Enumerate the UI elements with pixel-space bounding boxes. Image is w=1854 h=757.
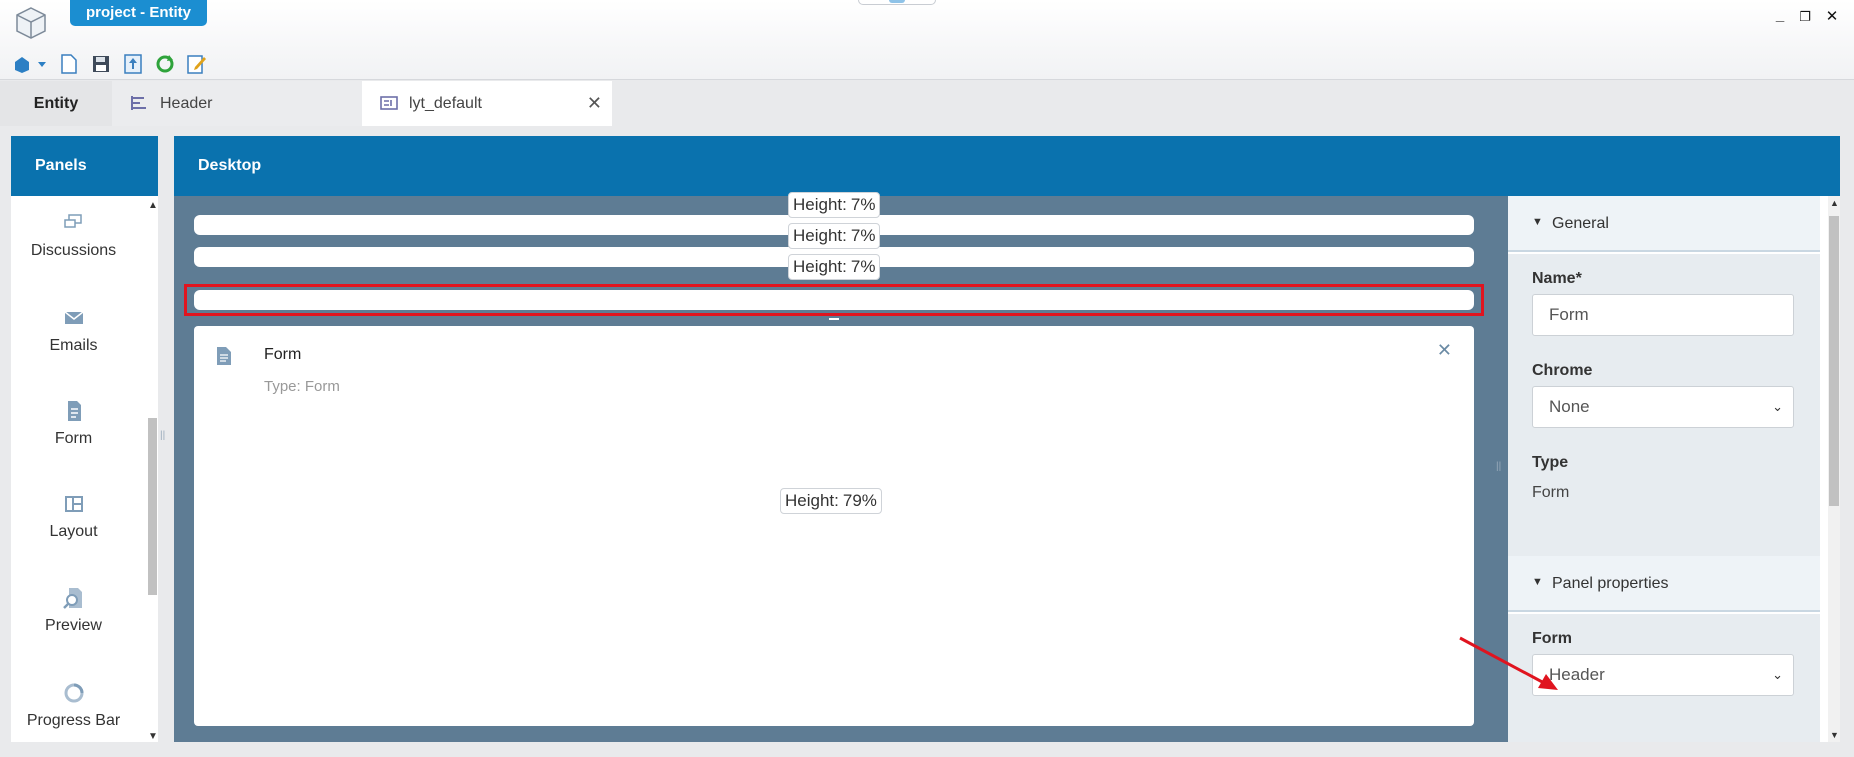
- chrome-label: Chrome: [1532, 362, 1593, 379]
- new-document-icon[interactable]: [58, 53, 80, 75]
- height-value: 7%: [850, 257, 876, 276]
- email-icon: [64, 311, 83, 324]
- edit-icon[interactable]: [186, 53, 208, 75]
- scrollbar-thumb[interactable]: [148, 418, 157, 595]
- form-panel-icon: [217, 347, 231, 365]
- type-label: Type: [1532, 454, 1569, 471]
- height-indicator: Height: 7%: [788, 254, 881, 280]
- desktop-title: Desktop: [174, 136, 1840, 196]
- restore-button[interactable]: ❐: [1795, 9, 1815, 25]
- form-select[interactable]: Header ⌄: [1532, 654, 1794, 696]
- close-tab-icon[interactable]: ✕: [587, 81, 602, 126]
- height-indicator: Height: 7%: [788, 223, 881, 249]
- selection-highlight: [184, 284, 1484, 316]
- height-label: Height:: [793, 226, 847, 245]
- form-icon: [67, 401, 81, 421]
- layout-canvas: Height: 7% Height: 7% Height: 7% Form Type:…: [174, 192, 1494, 742]
- annotation-arrow-icon: [1459, 636, 1558, 690]
- tab-lyt-default[interactable]: lyt_default ✕: [362, 81, 612, 126]
- name-label: Name*: [1532, 270, 1582, 287]
- panel-item-label: Progress Bar: [26, 712, 121, 729]
- panel-item-discussions[interactable]: Discussions: [11, 212, 136, 260]
- refresh-icon[interactable]: [154, 53, 176, 75]
- layout-icon: [64, 496, 83, 512]
- panel-item-preview[interactable]: Preview: [11, 587, 136, 635]
- panel-item-emails[interactable]: Emails: [11, 307, 136, 355]
- panel-properties-section-title: Panel properties: [1552, 575, 1669, 592]
- collapse-icon: ▼: [1532, 216, 1543, 228]
- chevron-down-icon: ⌄: [1772, 399, 1783, 414]
- layout-tab-icon: [380, 96, 398, 110]
- scroll-down-icon[interactable]: ▼: [1830, 730, 1839, 740]
- tab-entity[interactable]: Entity: [0, 81, 112, 126]
- header-tab-icon: [131, 96, 146, 110]
- height-value: 7%: [850, 195, 876, 214]
- panels-sidebar: Panels Discussions Emails Form Layout Pr…: [11, 136, 158, 742]
- panel-item-label: Emails: [49, 337, 98, 354]
- panel-item-progress-bar[interactable]: Progress Bar: [11, 682, 136, 730]
- panels-scrollbar[interactable]: ▲ ▼: [147, 196, 158, 742]
- panel-item-label: Form: [54, 430, 93, 447]
- entity-dropdown-icon[interactable]: [12, 53, 48, 75]
- title-bar: project - Entity _ ❐ ✕: [0, 0, 1854, 80]
- general-section: Name* Form Chrome None ⌄ Type Form: [1508, 254, 1820, 556]
- chevron-down-icon: ⌄: [1772, 667, 1783, 682]
- tab-header[interactable]: Header: [112, 81, 362, 126]
- height-label: Height:: [793, 195, 847, 214]
- height-indicator: Height: 7%: [788, 192, 881, 218]
- discussions-icon: [63, 214, 82, 228]
- toolbar: [12, 52, 208, 76]
- panel-item-label: Discussions: [30, 242, 117, 259]
- window-title: project - Entity: [70, 0, 208, 26]
- export-icon[interactable]: [122, 53, 144, 75]
- form-panel[interactable]: Form Type: Form ✕ Height: 79%: [194, 326, 1474, 726]
- panel-item-label: Preview: [45, 617, 102, 634]
- name-field[interactable]: Form: [1532, 294, 1794, 336]
- resize-handle[interactable]: [829, 318, 839, 320]
- scroll-up-icon[interactable]: ▲: [1830, 198, 1839, 208]
- form-panel-type: Type: Form: [264, 378, 340, 395]
- height-value: 79%: [842, 491, 877, 510]
- tab-header-label: Header: [160, 95, 213, 112]
- editor-tabs: Entity Header lyt_default ✕: [0, 81, 620, 126]
- scrollbar-thumb[interactable]: [1829, 216, 1839, 506]
- general-section-title: General: [1552, 215, 1609, 232]
- panels-title: Panels: [11, 136, 158, 196]
- remove-panel-icon[interactable]: ✕: [1437, 340, 1452, 361]
- height-value: 7%: [850, 226, 876, 245]
- left-splitter-handle[interactable]: ||: [160, 430, 165, 441]
- close-window-button[interactable]: ✕: [1822, 7, 1842, 25]
- minimize-button[interactable]: _: [1770, 7, 1790, 24]
- tab-lyt-default-label: lyt_default: [409, 95, 482, 112]
- collapse-icon: ▼: [1532, 576, 1543, 588]
- height-label: Height:: [793, 257, 847, 276]
- tab-entity-label: Entity: [33, 95, 79, 112]
- properties-scrollbar[interactable]: ▲ ▼: [1828, 196, 1840, 742]
- save-icon[interactable]: [90, 53, 112, 75]
- app-logo-icon: [16, 7, 46, 39]
- height-label: Height:: [785, 491, 839, 510]
- form-panel-title: Form: [264, 346, 302, 363]
- panel-item-label: Layout: [49, 523, 98, 540]
- chrome-select[interactable]: None ⌄: [1532, 386, 1794, 428]
- chrome-select-value: None: [1549, 397, 1590, 416]
- right-splitter-handle[interactable]: ||: [1496, 461, 1501, 472]
- desktop-area: Desktop Height: 7% Height: 7% Height: 7% Fo…: [174, 136, 1840, 742]
- panel-item-layout[interactable]: Layout: [11, 493, 136, 541]
- top-handle[interactable]: [858, 0, 936, 5]
- panel-item-form[interactable]: Form: [11, 400, 136, 448]
- panel-properties-section-header[interactable]: ▼ Panel properties: [1508, 556, 1820, 612]
- progress-bar-icon: [64, 683, 83, 703]
- scroll-down-icon[interactable]: ▼: [148, 731, 158, 742]
- general-section-header[interactable]: ▼ General: [1508, 196, 1820, 252]
- type-value: Form: [1532, 484, 1570, 501]
- scroll-up-icon[interactable]: ▲: [148, 200, 158, 211]
- height-indicator: Height: 79%: [780, 488, 882, 514]
- preview-icon: [62, 588, 82, 609]
